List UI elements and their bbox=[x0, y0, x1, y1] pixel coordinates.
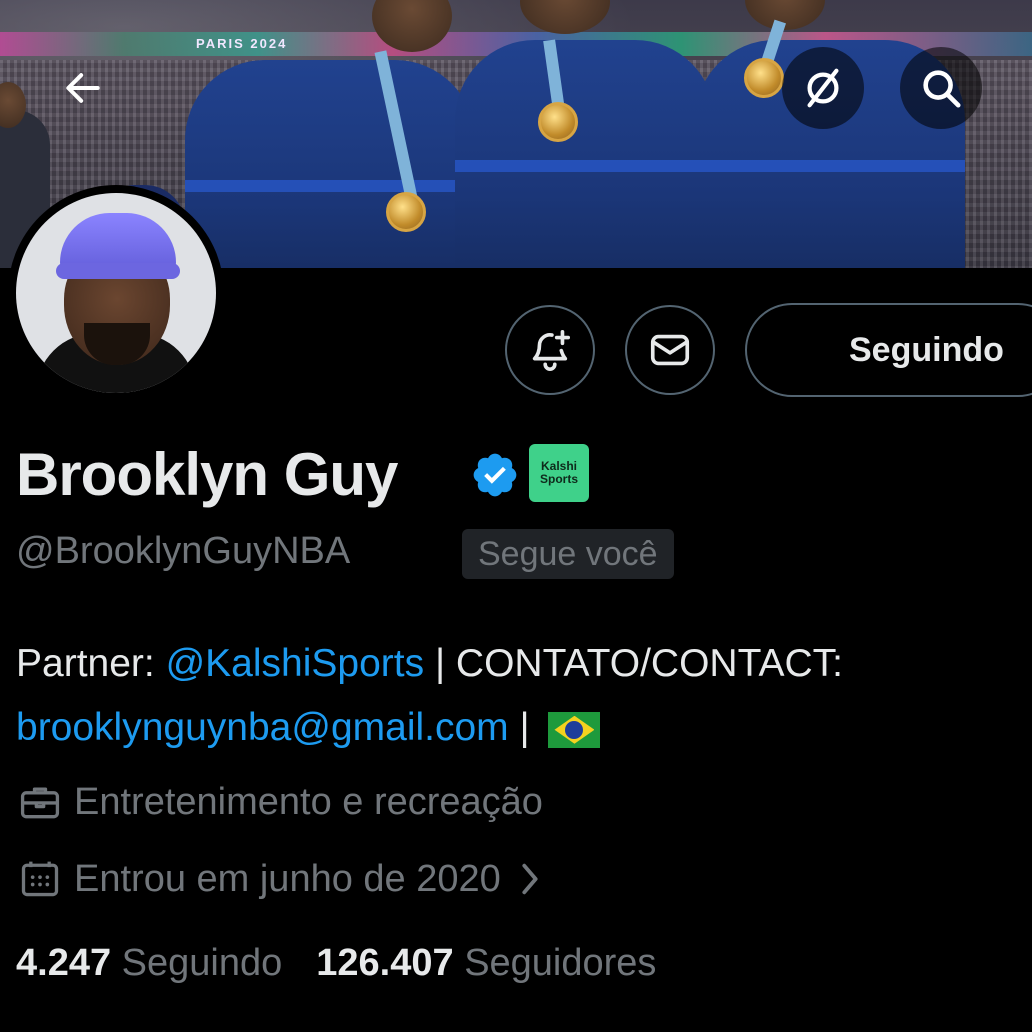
bio-email-link[interactable]: brooklynguynba@gmail.com bbox=[16, 706, 509, 749]
following-count: 4.247 bbox=[16, 942, 112, 984]
following-label: Seguindo bbox=[121, 942, 283, 984]
bio-suffix: | bbox=[508, 706, 530, 749]
banner-ribbon-text: PARIS 2024 bbox=[196, 36, 288, 51]
banner-player-1 bbox=[185, 60, 475, 268]
avatar-image bbox=[16, 193, 216, 393]
following-stat[interactable]: 4.247 Seguindo bbox=[16, 942, 282, 985]
search-button[interactable] bbox=[900, 47, 982, 129]
bell-plus-icon bbox=[532, 329, 571, 371]
bio-middle: | CONTATO/CONTACT: bbox=[424, 642, 844, 685]
profile-handle: @BrooklynGuyNBA bbox=[16, 530, 351, 572]
profile-name: Brooklyn Guy bbox=[16, 441, 398, 508]
chevron-right-icon bbox=[522, 863, 538, 895]
back-button[interactable] bbox=[42, 47, 124, 129]
search-icon bbox=[923, 70, 961, 108]
category-text: Entretenimento e recreação bbox=[74, 780, 543, 823]
brazil-flag-icon bbox=[548, 711, 601, 748]
banner-medal bbox=[744, 58, 784, 98]
verified-badge-icon[interactable] bbox=[470, 450, 520, 500]
followers-count: 126.407 bbox=[316, 942, 454, 984]
profile-joined[interactable]: Entrou em junho de 2020 bbox=[18, 857, 557, 901]
followers-label: Seguidores bbox=[464, 942, 657, 984]
briefcase-icon bbox=[20, 787, 60, 819]
calendar-icon bbox=[21, 861, 59, 897]
following-button[interactable]: Seguindo bbox=[745, 303, 1032, 397]
bio-prefix: Partner: bbox=[16, 642, 166, 685]
bio-mention-link[interactable]: @KalshiSports bbox=[166, 642, 425, 685]
mail-icon bbox=[650, 334, 690, 366]
profile-avatar[interactable] bbox=[8, 185, 224, 401]
banner-player-2-head bbox=[520, 0, 610, 34]
joined-text: Entrou em junho de 2020 bbox=[74, 857, 501, 900]
grok-button[interactable] bbox=[782, 47, 864, 129]
followers-stat[interactable]: 126.407 Seguidores bbox=[316, 942, 656, 985]
follows-you-badge: Segue você bbox=[462, 529, 674, 579]
banner-player-2 bbox=[455, 40, 715, 268]
arrow-left-icon bbox=[66, 73, 100, 103]
banner-medal bbox=[538, 102, 578, 142]
affiliate-badge[interactable]: Kalshi Sports bbox=[529, 444, 589, 502]
banner-medal bbox=[386, 192, 426, 232]
profile-category: Entretenimento e recreação bbox=[18, 780, 543, 824]
profile-stats: 4.247 Seguindo 126.407 Seguidores bbox=[16, 942, 656, 985]
profile-bio: Partner: @KalshiSports | CONTATO/CONTACT… bbox=[16, 632, 1026, 760]
notifications-button[interactable] bbox=[505, 305, 595, 395]
message-button[interactable] bbox=[625, 305, 715, 395]
slash-circle-icon bbox=[807, 68, 839, 108]
affiliate-badge-line2: Sports bbox=[539, 472, 578, 486]
